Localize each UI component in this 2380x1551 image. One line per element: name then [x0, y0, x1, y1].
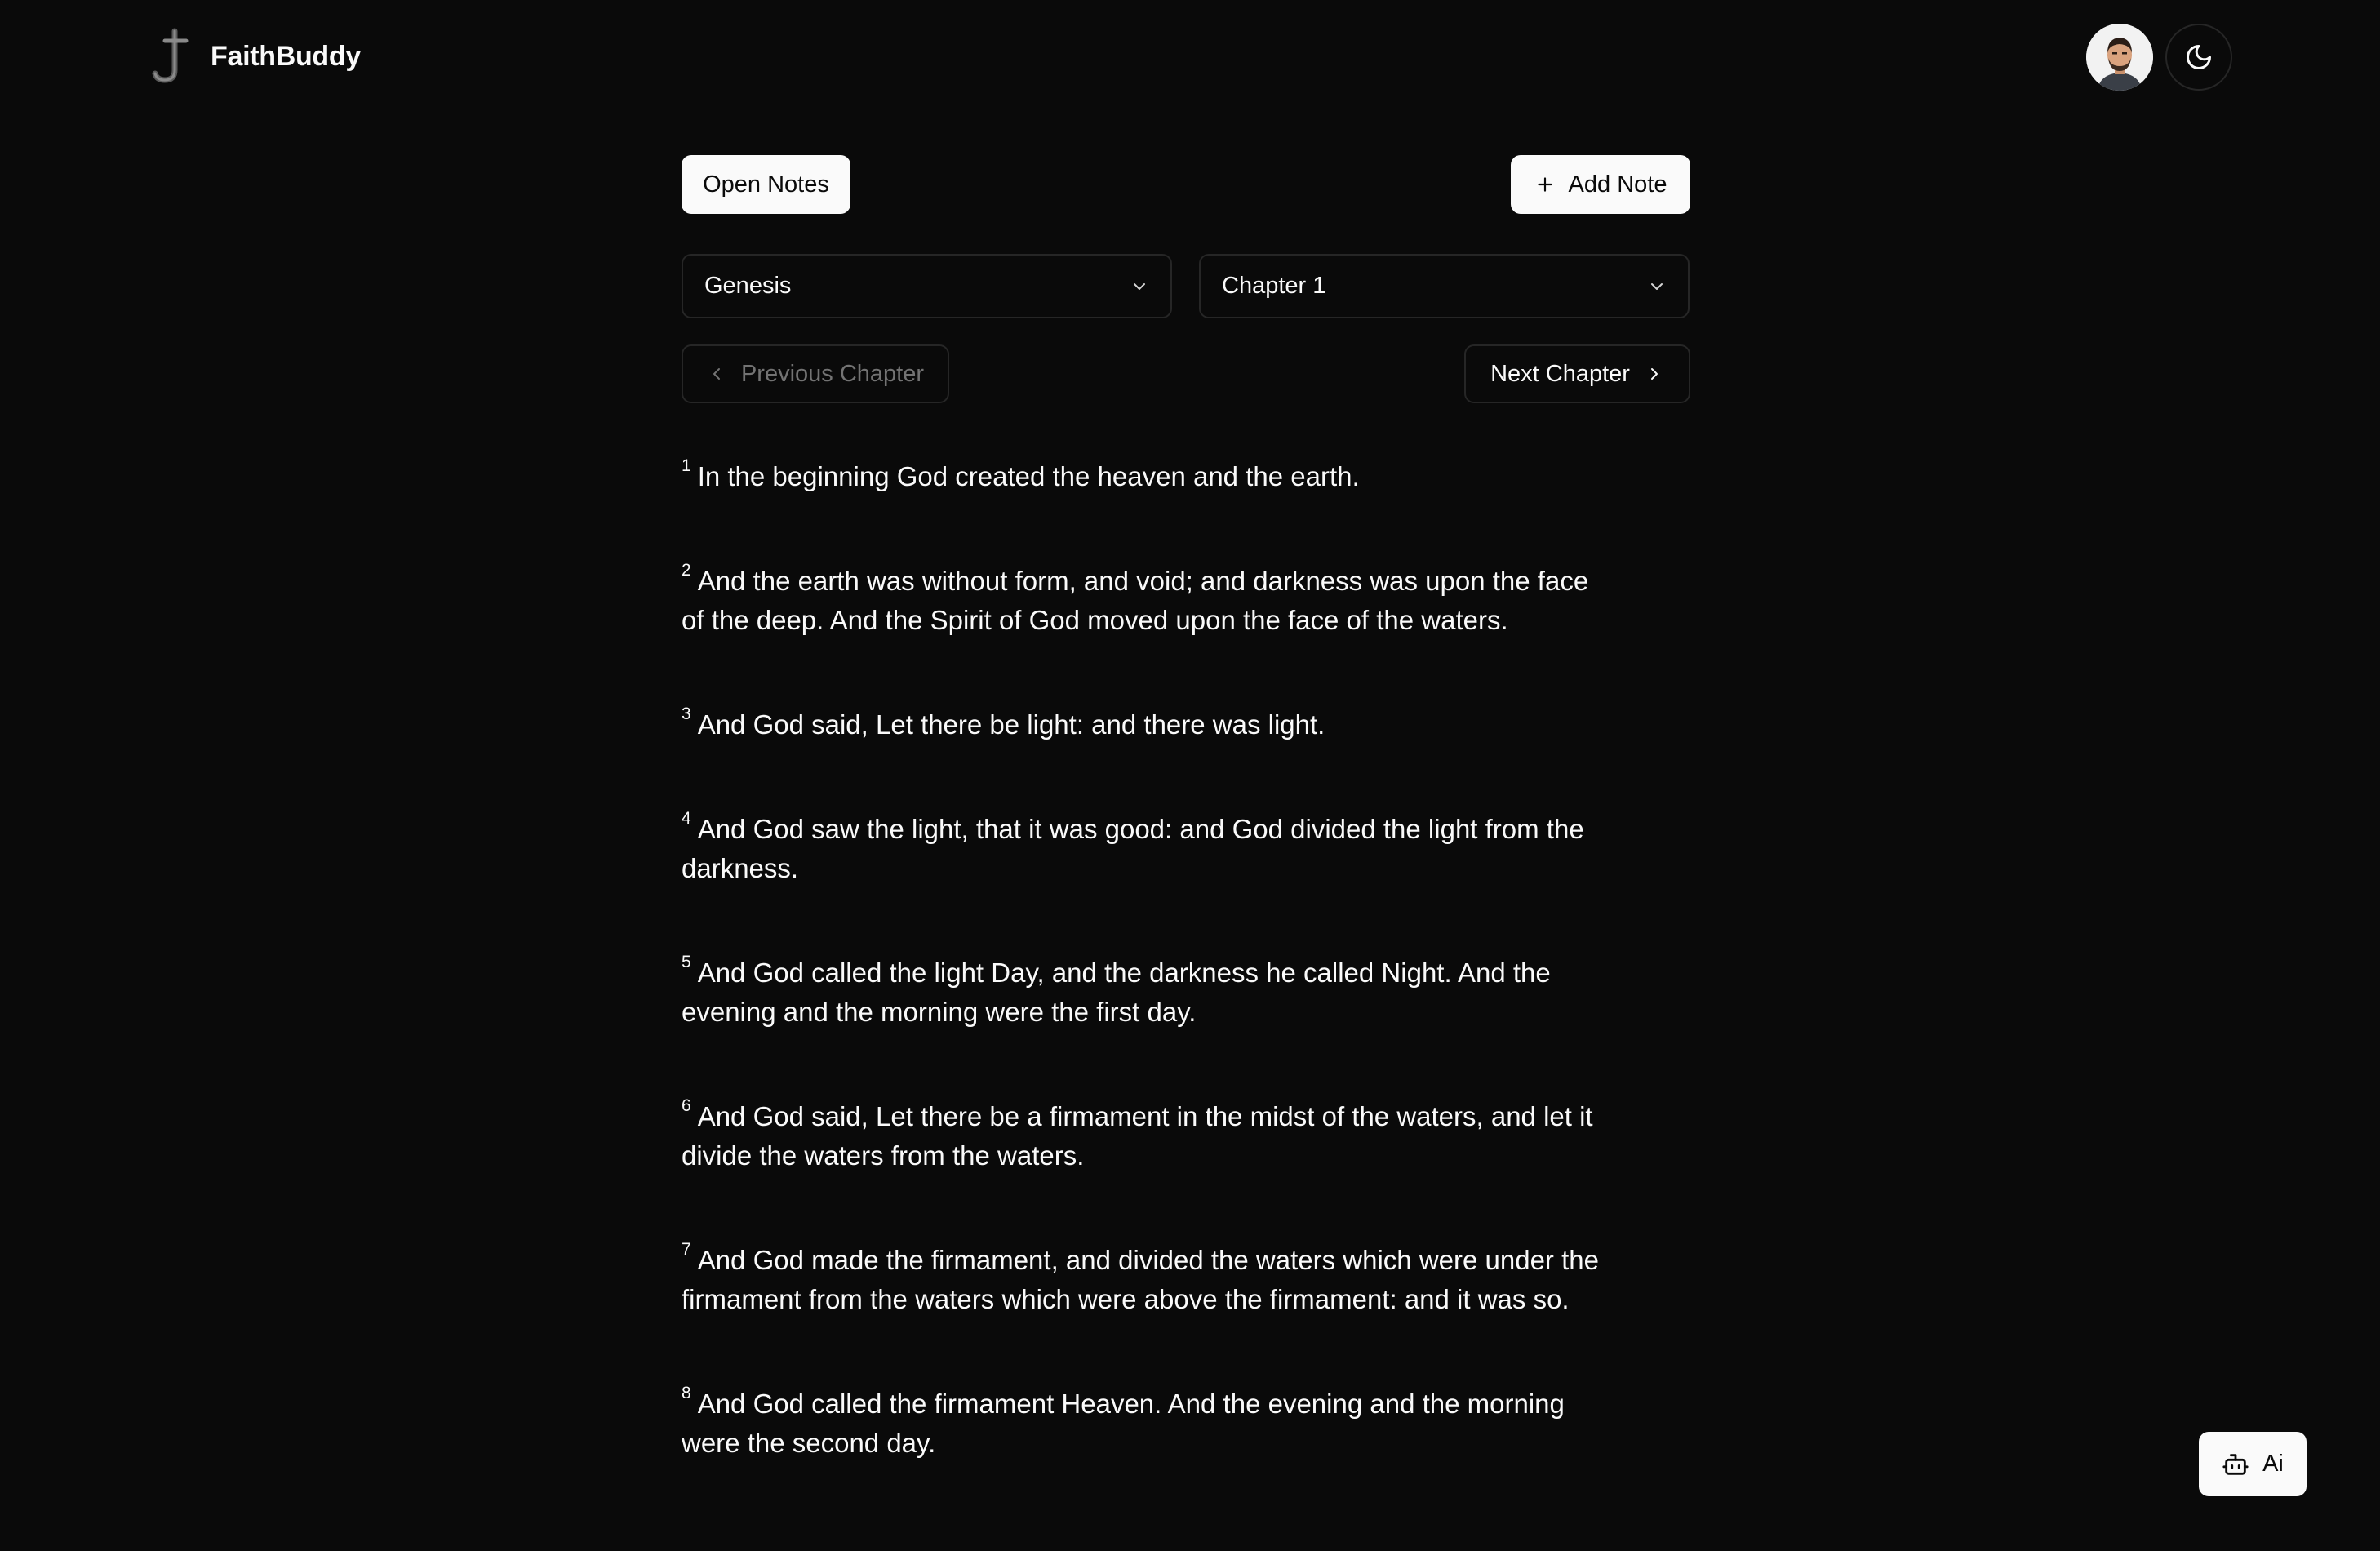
cross-logo-icon	[152, 28, 189, 83]
open-notes-label: Open Notes	[703, 171, 829, 198]
chevron-left-icon	[713, 368, 720, 380]
verse[interactable]: 8 And God called the firmament Heaven. An…	[682, 1384, 1604, 1463]
bot-icon	[2222, 1453, 2249, 1475]
verse-number: 5	[682, 953, 691, 971]
moon-icon	[2187, 45, 2211, 69]
add-note-label: Add Note	[1568, 171, 1667, 198]
next-chapter-label: Next Chapter	[1490, 360, 1630, 387]
verse[interactable]: 6 And God said, Let there be a firmament …	[682, 1096, 1604, 1175]
bible-reader-page: FaithBuddy Open Notes Add Note Genesis C…	[0, 0, 2380, 1551]
verse[interactable]: 3 And God said, Let there be light: and t…	[682, 704, 1604, 744]
verse-text: And God said, Let there be a firmament i…	[682, 1101, 1593, 1171]
verse-text: And God called the firmament Heaven. And…	[682, 1389, 1565, 1458]
chapter-select[interactable]: Chapter 1	[1199, 254, 1690, 318]
ai-button-label: Ai	[2262, 1451, 2284, 1477]
ai-assistant-button[interactable]: Ai	[2199, 1432, 2307, 1496]
book-select-value: Genesis	[704, 273, 792, 299]
verse-number: 2	[682, 561, 691, 580]
verse[interactable]: 4 And God saw the light, that it was good…	[682, 809, 1604, 888]
verse-number: 1	[682, 456, 691, 475]
plus-icon	[1537, 177, 1552, 192]
verse-number: 8	[682, 1384, 691, 1402]
app-name: FaithBuddy	[211, 40, 361, 72]
next-chapter-button[interactable]: Next Chapter	[1464, 344, 1690, 403]
previous-chapter-button[interactable]: Previous Chapter	[682, 344, 949, 403]
logo[interactable]: FaithBuddy	[152, 28, 361, 85]
verse[interactable]: 1 In the beginning God created the heaven…	[682, 456, 1604, 496]
verse-number: 6	[682, 1096, 691, 1115]
verse-text: And the earth was without form, and void…	[682, 566, 1589, 635]
verse-text: In the beginning God created the heaven …	[697, 461, 1360, 491]
verse-list: 1 In the beginning God created the heaven…	[682, 456, 1604, 1528]
chevron-down-icon	[1134, 282, 1145, 290]
user-avatar[interactable]	[2086, 24, 2153, 91]
chevron-down-icon	[1651, 282, 1663, 290]
verse[interactable]: 5 And God called the light Day, and the d…	[682, 953, 1604, 1032]
avatar-image	[2086, 24, 2153, 91]
chevron-right-icon	[1650, 368, 1658, 380]
verse[interactable]: 2 And the earth was without form, and voi…	[682, 561, 1604, 640]
verse-text: And God saw the light, that it was good:…	[682, 814, 1584, 883]
verse[interactable]: 7 And God made the firmament, and divided…	[682, 1240, 1604, 1319]
add-note-button[interactable]: Add Note	[1511, 155, 1690, 214]
chapter-select-value: Chapter 1	[1222, 273, 1326, 299]
top-bar: FaithBuddy	[0, 0, 2380, 114]
open-notes-button[interactable]: Open Notes	[682, 155, 850, 214]
verse-text: And God called the light Day, and the da…	[682, 958, 1551, 1027]
theme-toggle-button[interactable]	[2165, 24, 2232, 91]
verse-number: 7	[682, 1240, 691, 1259]
verse-text: And God made the firmament, and divided …	[682, 1245, 1599, 1314]
verse-number: 3	[682, 704, 691, 723]
previous-chapter-label: Previous Chapter	[740, 360, 925, 387]
book-select[interactable]: Genesis	[682, 254, 1172, 318]
verse-text: And God said, Let there be light: and th…	[697, 709, 1325, 740]
verse-number: 4	[682, 809, 691, 828]
